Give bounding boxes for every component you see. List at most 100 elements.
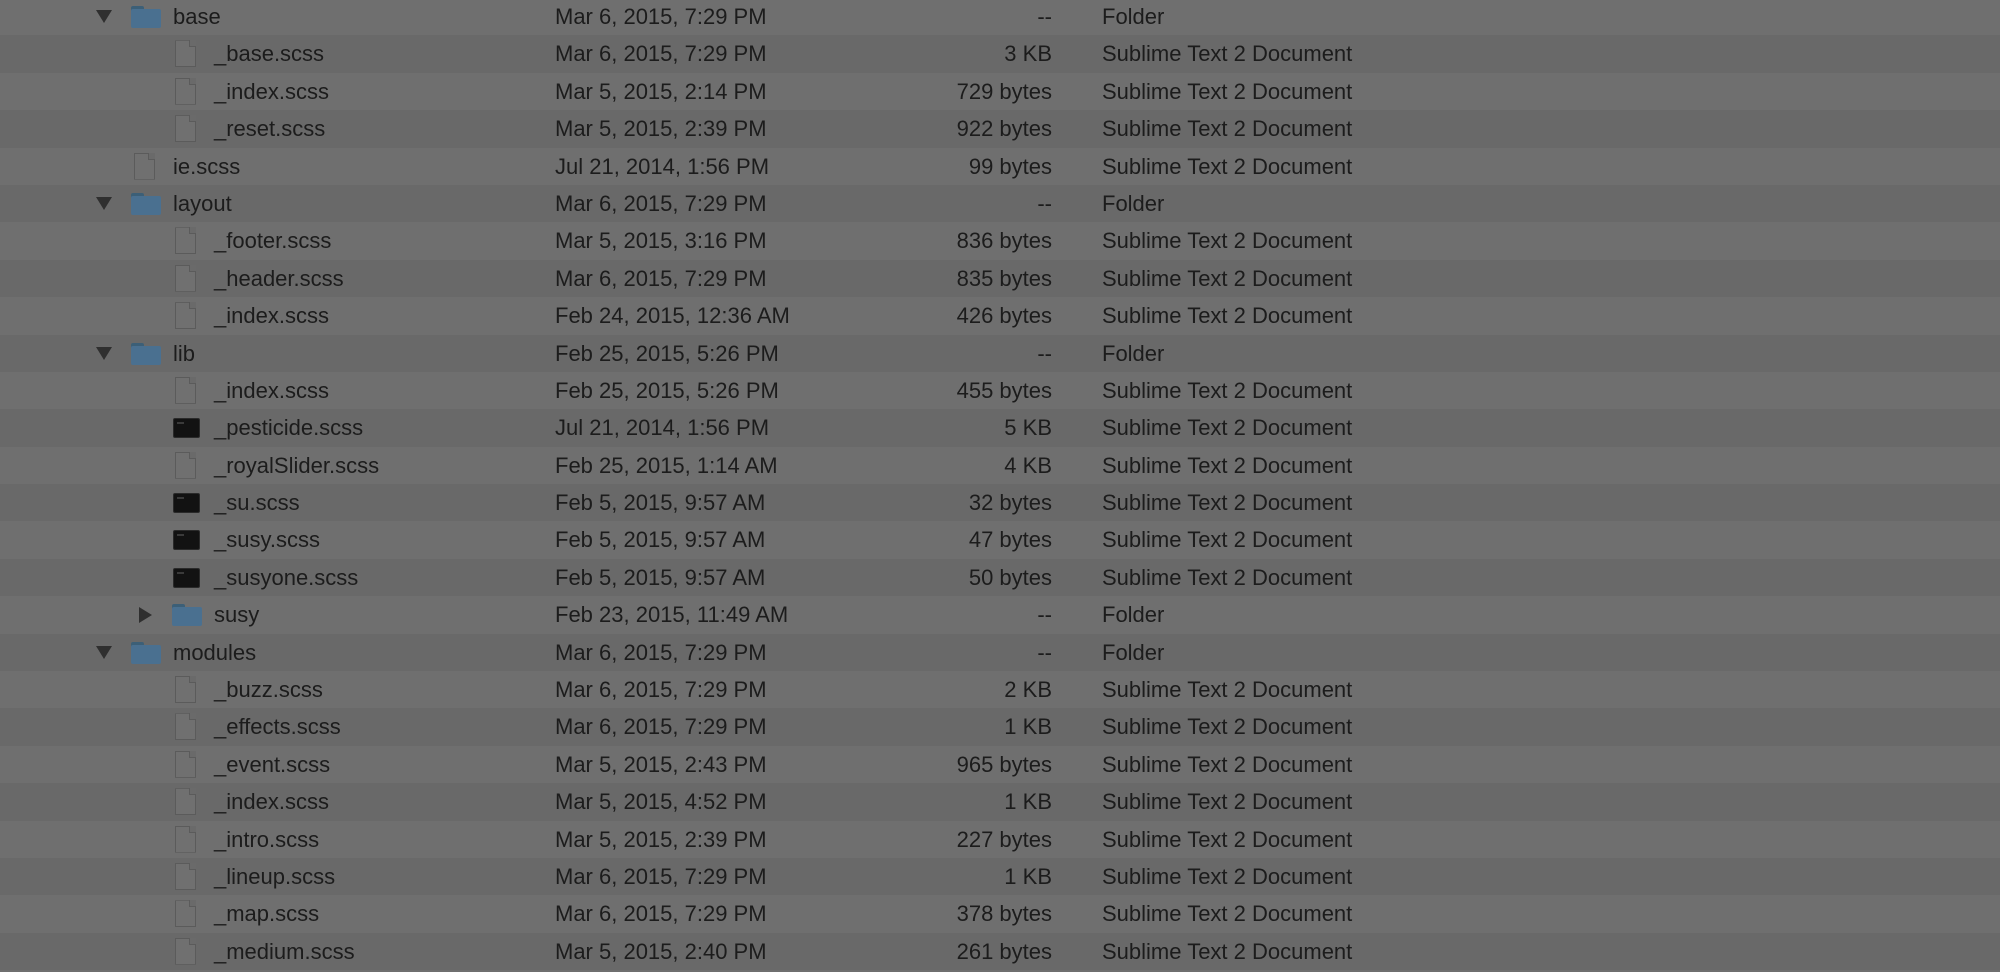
file-name: _buzz.scss [214, 677, 323, 703]
disclosure-expanded-icon[interactable] [92, 0, 116, 35]
disclosure-expanded-icon[interactable] [92, 185, 116, 222]
date-modified: Mar 6, 2015, 7:29 PM [555, 190, 767, 216]
date-modified: Feb 5, 2015, 9:57 AM [555, 490, 766, 516]
file-kind: Sublime Text 2 Document [1102, 490, 1353, 516]
document-icon [175, 750, 196, 778]
file-row[interactable]: _susy.scss Feb 5, 2015, 9:57 AM 47 bytes Su… [0, 521, 2000, 559]
document-icon [175, 825, 196, 853]
file-name: base [173, 4, 221, 29]
file-kind: Sublime Text 2 Document [1102, 78, 1353, 104]
file-kind: Sublime Text 2 Document [1102, 863, 1353, 889]
file-row[interactable]: _index.scss Mar 5, 2015, 4:52 PM 1 KB Subli… [0, 783, 2000, 821]
file-size: 1 KB [1004, 714, 1052, 740]
file-row[interactable]: _effects.scss Mar 6, 2015, 7:29 PM 1 KB Sub… [0, 708, 2000, 746]
file-kind: Sublime Text 2 Document [1102, 938, 1353, 964]
folder-row[interactable]: susy Feb 23, 2015, 11:49 AM -- Folder [0, 596, 2000, 634]
date-modified: Mar 5, 2015, 2:43 PM [555, 751, 767, 777]
disclosure-collapsed-icon[interactable] [133, 596, 157, 633]
file-name: modules [173, 639, 257, 665]
file-row[interactable]: _event.scss Mar 5, 2015, 2:43 PM 965 bytes… [0, 745, 2000, 784]
file-row[interactable]: _medium.scss Mar 5, 2015, 2:40 PM 261 byte… [0, 932, 2000, 971]
date-modified: Mar 6, 2015, 7:29 PM [555, 265, 767, 291]
document-icon [175, 77, 196, 105]
file-kind: Sublime Text 2 Document [1102, 415, 1353, 441]
file-kind: Folder [1102, 639, 1165, 665]
file-row[interactable]: _buzz.scss Mar 6, 2015, 7:29 PM 2 KB Sublim… [0, 671, 2000, 709]
date-modified: Jul 21, 2014, 1:56 PM [555, 415, 770, 441]
file-row[interactable]: _footer.scss Mar 5, 2015, 3:16 PM 836 byte… [0, 222, 2000, 260]
file-kind: Sublime Text 2 Document [1102, 116, 1353, 142]
disclosure-expanded-icon[interactable] [92, 634, 116, 671]
terminal-icon [173, 418, 200, 439]
file-name: layout [173, 190, 232, 216]
date-modified: Mar 6, 2015, 7:29 PM [555, 901, 767, 927]
folder-row[interactable]: base Mar 6, 2015, 7:29 PM -- Folder [0, 0, 2000, 36]
document-icon [175, 227, 196, 255]
file-row[interactable]: _intro.scss Mar 5, 2015, 2:39 PM 227 bytes… [0, 820, 2000, 858]
file-row[interactable]: _reset.scss Mar 5, 2015, 2:39 PM 922 bytes… [0, 110, 2000, 148]
file-kind: Sublime Text 2 Document [1102, 677, 1353, 703]
file-size: 99 bytes [968, 153, 1052, 179]
folder-icon [131, 641, 161, 664]
file-size: -- [1037, 190, 1052, 216]
file-row[interactable]: _base.scss Mar 6, 2015, 7:29 PM 3 KB Sublim… [0, 35, 2000, 73]
date-modified: Feb 25, 2015, 5:26 PM [555, 340, 779, 366]
file-kind: Folder [1102, 190, 1165, 216]
file-size: 50 bytes [968, 564, 1052, 590]
file-row[interactable]: _index.scss Mar 5, 2015, 2:14 PM 729 bytes… [0, 72, 2000, 111]
folder-row[interactable]: layout Mar 6, 2015, 7:29 PM -- Folder [0, 184, 2000, 223]
file-name: susy [214, 602, 260, 628]
file-row[interactable]: _su.scss Feb 5, 2015, 9:57 AM 32 bytes Subl… [0, 484, 2000, 522]
file-size: 4 KB [1004, 452, 1052, 478]
date-modified: Mar 5, 2015, 2:14 PM [555, 78, 767, 104]
file-row[interactable]: _royalSlider.scss Feb 25, 2015, 1:14 AM 4 … [0, 446, 2000, 485]
file-kind: Sublime Text 2 Document [1102, 789, 1353, 815]
file-size: 455 bytes [956, 377, 1052, 403]
date-modified: Jul 21, 2014, 1:56 PM [555, 153, 770, 179]
file-kind: Sublime Text 2 Document [1102, 153, 1353, 179]
file-size: 227 bytes [956, 826, 1052, 852]
file-size: 2 KB [1004, 677, 1052, 703]
disclosure-expanded-icon[interactable] [92, 335, 116, 372]
date-modified: Mar 6, 2015, 7:29 PM [555, 677, 767, 703]
file-name: _header.scss [214, 265, 344, 291]
file-row[interactable]: _susyone.scss Feb 5, 2015, 9:57 AM 50 byte… [0, 558, 2000, 597]
file-kind: Sublime Text 2 Document [1102, 303, 1353, 329]
date-modified: Feb 25, 2015, 1:14 AM [555, 452, 778, 478]
folder-row[interactable]: modules Mar 6, 2015, 7:29 PM -- Folder [0, 633, 2000, 672]
file-name: _lineup.scss [214, 863, 336, 889]
date-modified: Mar 5, 2015, 3:16 PM [555, 228, 767, 254]
date-modified: Mar 6, 2015, 7:29 PM [555, 714, 767, 740]
file-row[interactable]: _pesticide.scss Jul 21, 2014, 1:56 PM 5 KB… [0, 409, 2000, 447]
file-size: 922 bytes [956, 116, 1052, 142]
folder-icon [131, 6, 161, 28]
file-kind: Sublime Text 2 Document [1102, 564, 1353, 590]
terminal-icon [173, 493, 200, 514]
folder-icon [131, 342, 161, 365]
file-size: 32 bytes [968, 490, 1052, 516]
file-kind: Folder [1102, 4, 1165, 29]
file-row[interactable]: _header.scss Mar 6, 2015, 7:29 PM 835 byte… [0, 259, 2000, 298]
date-modified: Mar 6, 2015, 7:29 PM [555, 4, 767, 29]
file-row[interactable]: _index.scss Feb 24, 2015, 12:36 AM 426 byt… [0, 297, 2000, 335]
file-kind: Sublime Text 2 Document [1102, 228, 1353, 254]
file-name: _index.scss [214, 377, 329, 403]
folder-row[interactable]: lib Feb 25, 2015, 5:26 PM -- Folder [0, 334, 2000, 372]
document-icon [175, 788, 196, 816]
file-row[interactable]: ie.scss Jul 21, 2014, 1:56 PM 99 bytes Subl… [0, 147, 2000, 185]
document-icon [175, 713, 196, 741]
file-kind: Sublime Text 2 Document [1102, 751, 1353, 777]
folder-icon [172, 604, 202, 627]
date-modified: Mar 6, 2015, 7:29 PM [555, 639, 767, 665]
file-list: base Mar 6, 2015, 7:29 PM -- Folder _base.sc… [0, 0, 2000, 972]
file-row[interactable]: _map.scss Mar 6, 2015, 7:29 PM 378 bytes Su… [0, 895, 2000, 933]
file-kind: Sublime Text 2 Document [1102, 377, 1353, 403]
file-name: _base.scss [214, 41, 325, 67]
document-icon [175, 264, 196, 292]
file-size: 47 bytes [968, 527, 1052, 553]
file-row[interactable]: _lineup.scss Mar 6, 2015, 7:29 PM 1 KB Subl… [0, 857, 2000, 896]
file-row[interactable]: _index.scss Feb 25, 2015, 5:26 PM 455 byte… [0, 371, 2000, 410]
document-icon [175, 302, 196, 330]
file-name: ie.scss [173, 153, 241, 179]
document-icon [175, 862, 196, 890]
